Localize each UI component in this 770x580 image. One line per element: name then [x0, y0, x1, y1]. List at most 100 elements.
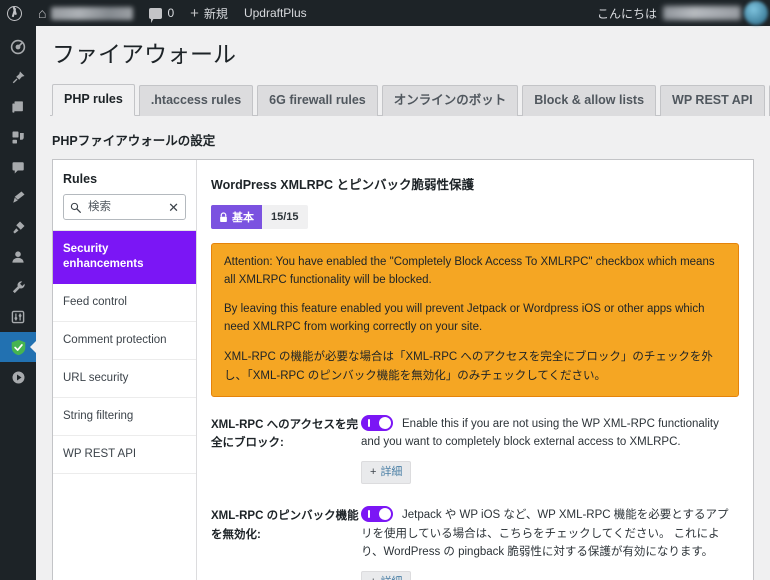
sidebar-item-comments[interactable]	[0, 152, 36, 182]
shield-security-icon	[11, 339, 25, 355]
setting-label-disable-pingback: XML-RPC のピンバック機能を無効化:	[211, 510, 359, 541]
account-menu[interactable]: こんにちは	[597, 1, 770, 25]
appearance-brush-icon	[12, 191, 24, 203]
page-title: ファイアウォール	[52, 41, 236, 67]
sidebar-item-users[interactable]	[0, 242, 36, 272]
lock-icon	[220, 212, 227, 222]
rules-search-wrapper: ✕	[53, 194, 196, 230]
tab-6g-firewall-rules[interactable]: 6G firewall rules	[257, 84, 378, 117]
users-icon	[12, 251, 24, 263]
badge-level-label: 基本	[232, 212, 254, 225]
rule-detail-title: WordPress XMLRPC とピンバック脆弱性保護	[211, 178, 474, 193]
tab-bar: PHP rules .htaccess rules 6G firewall ru…	[50, 83, 770, 117]
setting-body-block-xmlrpc: Enable this if you are not using the WP …	[361, 414, 739, 485]
rules-search-input[interactable]	[86, 200, 164, 215]
tab-online-bots[interactable]: オンラインのボット	[381, 84, 519, 117]
badge-count: 15/15	[262, 205, 308, 230]
plus-icon: +	[370, 465, 377, 478]
tab-block-allow-lists[interactable]: Block & allow lists	[522, 84, 657, 117]
rule-item-url-security[interactable]: URL security	[53, 360, 196, 399]
close-x-icon[interactable]: ✕	[168, 201, 179, 214]
more-details-button-block-xmlrpc[interactable]: + 詳細	[361, 460, 412, 485]
admin-bar: ⌂ 0 + 新規 UpdraftPlus こんにちは	[0, 0, 770, 26]
comments-bubble-button[interactable]: 0	[141, 0, 182, 26]
rule-detail-column: WordPress XMLRPC とピンバック脆弱性保護 基本 15/15 At…	[197, 160, 753, 580]
toggle-bar	[368, 418, 370, 427]
notice-paragraph-1: Attention: You have enabled the "Complet…	[224, 256, 715, 287]
comments-count: 0	[167, 6, 175, 20]
setting-desc-wrap-block-xmlrpc: Enable this if you are not using the WP …	[361, 414, 739, 452]
admin-sidebar	[0, 26, 36, 580]
toggle-knob	[379, 508, 391, 521]
toggle-bar	[368, 510, 370, 519]
sidebar-item-security[interactable]	[0, 332, 36, 362]
pin-posts-icon	[12, 71, 24, 83]
sidebar-item-tools[interactable]	[0, 272, 36, 302]
updraftplus-label: UpdraftPlus	[243, 6, 307, 20]
tab-php-rules[interactable]: PHP rules	[52, 83, 135, 117]
toggle-disable-pingback[interactable]	[361, 506, 393, 523]
rule-badges: 基本 15/15	[211, 205, 739, 230]
tab-htaccess-rules[interactable]: .htaccess rules	[138, 84, 254, 117]
notice-paragraph-3: XML-RPC の機能が必要な場合は「XML-RPC へのアクセスを完全にブロッ…	[224, 350, 713, 382]
sidebar-item-settings[interactable]	[0, 302, 36, 332]
sidebar-item-plugins[interactable]	[0, 212, 36, 242]
tab-wp-rest-api[interactable]: WP REST API	[660, 84, 765, 117]
rule-item-wp-rest-api[interactable]: WP REST API	[53, 436, 196, 474]
updraftplus-menu[interactable]: UpdraftPlus	[236, 0, 315, 26]
new-content-button[interactable]: + 新規	[182, 0, 236, 26]
wordpress-logo-button[interactable]	[0, 0, 30, 26]
rule-item-comment-protection[interactable]: Comment protection	[53, 322, 196, 361]
magnifier-icon	[70, 202, 81, 213]
wordpress-logo-icon	[7, 5, 22, 21]
warning-notice: Attention: You have enabled the "Complet…	[211, 243, 739, 397]
site-name-redacted	[51, 6, 134, 20]
setting-label-block-xmlrpc: XML-RPC へのアクセスを完全にブロック:	[211, 418, 359, 449]
howdy-label: こんにちは	[596, 6, 657, 21]
site-name-menu[interactable]: ⌂	[30, 0, 141, 26]
rules-column: Rules ✕ Security enhancements Feed contr…	[53, 160, 197, 580]
sidebar-item-pages[interactable]	[0, 122, 36, 152]
rule-item-string-filtering[interactable]: String filtering	[53, 398, 196, 437]
pages-icon	[12, 131, 24, 143]
main-content: ファイアウォール PHP rules .htaccess rules 6G fi…	[36, 26, 770, 580]
rule-item-feed-control[interactable]: Feed control	[53, 284, 196, 323]
sidebar-item-posts[interactable]	[0, 62, 36, 92]
toggle-block-xmlrpc[interactable]	[361, 414, 393, 431]
more-details-label: 詳細	[380, 465, 403, 478]
plus-icon: +	[370, 575, 376, 580]
setting-body-disable-pingback: Jetpack や WP iOS など、WP XML-RPC 機能を必要とするア…	[361, 506, 739, 580]
sidebar-item-media-player[interactable]	[0, 362, 36, 392]
plugins-plug-icon	[12, 221, 24, 233]
sidebar-item-appearance[interactable]	[0, 182, 36, 212]
rules-heading: Rules	[63, 172, 98, 187]
sidebar-item-dashboard[interactable]	[0, 32, 36, 62]
notice-paragraph-2: By leaving this feature enabled you will…	[224, 303, 705, 333]
dashboard-icon	[10, 39, 26, 55]
settings-sliders-icon	[11, 310, 25, 324]
settings-panel: Rules ✕ Security enhancements Feed contr…	[52, 159, 754, 580]
setting-description-disable-pingback: Jetpack や WP iOS など、WP XML-RPC 機能を必要とするア…	[361, 509, 729, 559]
badge-level: 基本	[211, 205, 262, 230]
rules-list: Security enhancements Feed control Comme…	[53, 230, 196, 474]
more-details-button-disable-pingback[interactable]: + 詳細	[361, 571, 412, 580]
play-circle-icon	[12, 371, 24, 383]
setting-description-block-xmlrpc: Enable this if you are not using the WP …	[361, 417, 719, 449]
more-details-label: 詳細	[380, 575, 402, 580]
media-icon	[12, 101, 23, 113]
setting-row-block-xmlrpc: XML-RPC へのアクセスを完全にブロック: Enable this if y…	[211, 414, 739, 485]
section-title: PHPファイアウォールの設定	[52, 134, 216, 149]
plus-icon: +	[190, 4, 199, 22]
comments-icon	[12, 161, 24, 173]
rule-item-security-enhancements[interactable]: Security enhancements	[53, 231, 196, 285]
user-name-redacted	[663, 6, 741, 20]
avatar	[744, 1, 768, 25]
sidebar-item-media[interactable]	[0, 92, 36, 122]
comment-bubble-icon	[149, 7, 163, 23]
setting-desc-wrap-disable-pingback: Jetpack や WP iOS など、WP XML-RPC 機能を必要とするア…	[361, 506, 739, 562]
rules-search-box[interactable]: ✕	[63, 194, 186, 221]
tools-wrench-icon	[12, 280, 25, 293]
new-content-label: 新規	[203, 6, 228, 21]
toggle-knob	[379, 416, 391, 429]
home-icon: ⌂	[38, 5, 47, 21]
